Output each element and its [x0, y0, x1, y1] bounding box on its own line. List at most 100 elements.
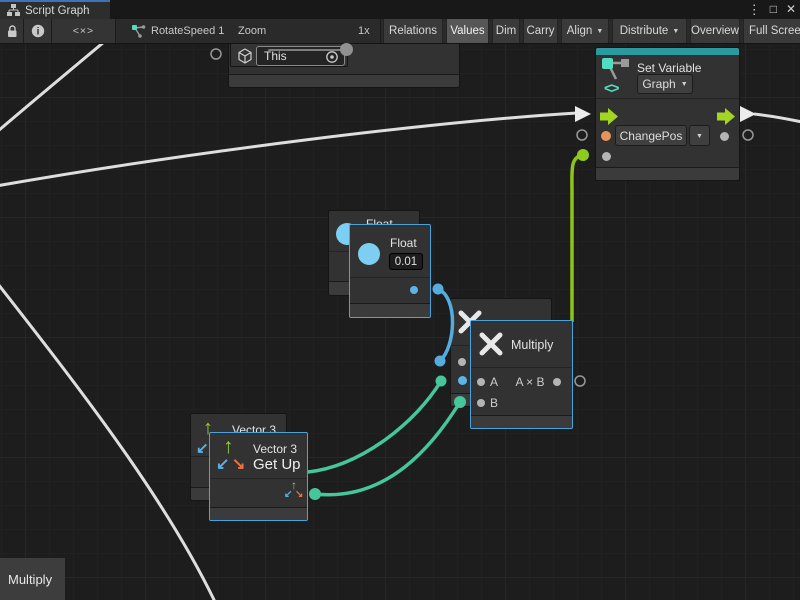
script-graph-icon — [7, 4, 20, 17]
variable-name: ChangePos — [620, 129, 683, 143]
svg-text:<>: <> — [604, 80, 620, 95]
maximize-icon[interactable]: □ — [770, 0, 777, 19]
variable-scope-dropdown[interactable]: Graph▼ — [637, 74, 693, 94]
floating-port[interactable] — [743, 130, 753, 140]
title-bar: Script Graph ⋮ □ ✕ — [0, 0, 800, 19]
floating-port[interactable] — [575, 376, 585, 386]
lock-icon — [5, 24, 19, 38]
variable-name-dropdown[interactable]: ChangePos — [615, 125, 687, 146]
wire-exec-out[interactable] — [754, 114, 800, 122]
tooltip-text: Multiply — [8, 572, 52, 587]
port-label-b: B — [490, 396, 498, 410]
floating-port[interactable] — [211, 49, 221, 59]
float-value: 0.01 — [395, 256, 417, 268]
output-port[interactable] — [720, 132, 729, 141]
wire-white-diagonal-top[interactable] — [0, 44, 104, 131]
tab-label: Script Graph — [25, 5, 90, 17]
tab-script-graph[interactable]: Script Graph — [0, 0, 110, 19]
values-button[interactable]: Values — [446, 19, 489, 43]
lock-button[interactable] — [0, 19, 24, 43]
vector3-output-port[interactable]: ↑ ↙ ↘ — [282, 479, 306, 505]
info-button[interactable]: i — [24, 19, 52, 43]
zoom-slider-handle[interactable] — [340, 43, 353, 56]
input-port-a[interactable] — [477, 378, 485, 386]
node-multiply[interactable]: Multiply A A × B B — [470, 320, 573, 429]
exec-arrow-icon — [575, 106, 591, 122]
wire-vector-b[interactable] — [315, 402, 460, 495]
input-port-b[interactable] — [477, 399, 485, 407]
target-picker-icon[interactable] — [325, 50, 339, 64]
dim-button[interactable]: Dim — [492, 19, 520, 43]
arrow-up-icon: ↑ — [223, 436, 234, 457]
dropdown-arrow-icon: ▼ — [696, 133, 703, 140]
output-port[interactable] — [553, 378, 561, 386]
node-title: Vector 3 — [253, 442, 297, 456]
variable-name-port[interactable] — [601, 131, 611, 141]
floating-port[interactable] — [577, 130, 587, 140]
node-footer — [229, 74, 459, 87]
float-value-field[interactable]: 0.01 — [389, 253, 423, 270]
arrow-down-right-icon: ↘ — [295, 490, 303, 500]
output-port[interactable] — [410, 286, 418, 294]
toolbar: i <×> RotateSpeed 1 Zoom 1x Relations Va… — [0, 19, 800, 44]
dropdown-arrow-icon: ▼ — [672, 28, 679, 35]
node-vector3-get-up[interactable]: ↑ ↙ ↘ Vector 3 Get Up ↑ ↙ ↘ — [209, 432, 308, 521]
node-subtitle: Get Up — [253, 456, 301, 473]
kebab-menu-icon[interactable]: ⋮ — [748, 0, 761, 19]
port-label-a: A — [490, 375, 498, 389]
arrow-down-left-icon: ↙ — [216, 457, 229, 473]
input-port-connected-float[interactable] — [458, 376, 467, 385]
dropdown-arrow-icon: ▼ — [596, 28, 603, 35]
graph-asset-icon — [131, 24, 146, 39]
variable-color-strip — [596, 48, 739, 55]
arrow-down-right-icon: ↘ — [232, 457, 245, 473]
code-icon: <×> — [73, 25, 94, 37]
arrow-down-left-icon: ↙ — [196, 441, 209, 456]
close-icon[interactable]: ✕ — [786, 0, 796, 19]
node-title: Multiply — [511, 338, 553, 352]
value-input-port[interactable] — [602, 152, 611, 161]
wire-vector-a[interactable] — [308, 381, 441, 472]
node-this[interactable]: This — [230, 44, 348, 67]
wire-endpoint[interactable] — [577, 149, 589, 161]
distribute-dropdown[interactable]: Distribute▼ — [612, 19, 687, 43]
node-set-variable[interactable]: <> Set Variable Graph▼ ChangePos ▼ — [595, 47, 740, 181]
set-variable-icon: <> — [599, 57, 633, 95]
overview-button[interactable]: Overview — [690, 19, 740, 43]
relations-button[interactable]: Relations — [383, 19, 443, 43]
wire-endpoint[interactable] — [435, 356, 446, 367]
exec-arrow-icon — [740, 106, 756, 122]
wire-result[interactable] — [572, 155, 583, 322]
node-title: Float — [390, 236, 417, 250]
wire-exec-in[interactable] — [0, 113, 577, 186]
multiply-icon — [478, 331, 504, 357]
graph-name[interactable]: RotateSpeed 1 — [151, 25, 224, 37]
input-port[interactable] — [458, 358, 466, 366]
exec-output-arrow[interactable] — [717, 108, 736, 125]
svg-text:i: i — [36, 27, 39, 38]
node-footer — [210, 507, 307, 520]
wire-endpoint[interactable] — [309, 488, 321, 500]
exec-input-arrow[interactable] — [600, 108, 619, 125]
align-dropdown[interactable]: Align▼ — [561, 19, 609, 43]
variable-dropdown-arrow-button[interactable]: ▼ — [689, 125, 710, 146]
node-footer — [350, 303, 430, 317]
graph-canvas[interactable]: Float ↑ Vector 3 ↙ — [0, 44, 800, 600]
wire-endpoint[interactable] — [436, 376, 447, 387]
carry-button[interactable]: Carry — [523, 19, 558, 43]
float-icon — [358, 243, 380, 265]
output-label: A × B — [509, 375, 551, 389]
wire-endpoint[interactable] — [433, 284, 444, 295]
unity-visual-scripting-window: Float ↑ Vector 3 ↙ — [0, 0, 800, 600]
arrow-down-left-icon: ↙ — [284, 490, 292, 500]
node-footer — [471, 415, 572, 428]
wire-white-diagonal-bottom[interactable] — [0, 284, 216, 600]
edit-script-button[interactable]: <×> — [52, 19, 116, 43]
full-screen-button[interactable]: Full Screen — [743, 19, 800, 43]
cube-icon — [237, 48, 253, 64]
node-footer — [596, 167, 739, 180]
zoom-label: Zoom — [238, 25, 266, 37]
node-float[interactable]: Float 0.01 — [349, 224, 431, 318]
this-value: This — [264, 49, 287, 63]
multiply-drag-label: Multiply — [0, 558, 65, 600]
